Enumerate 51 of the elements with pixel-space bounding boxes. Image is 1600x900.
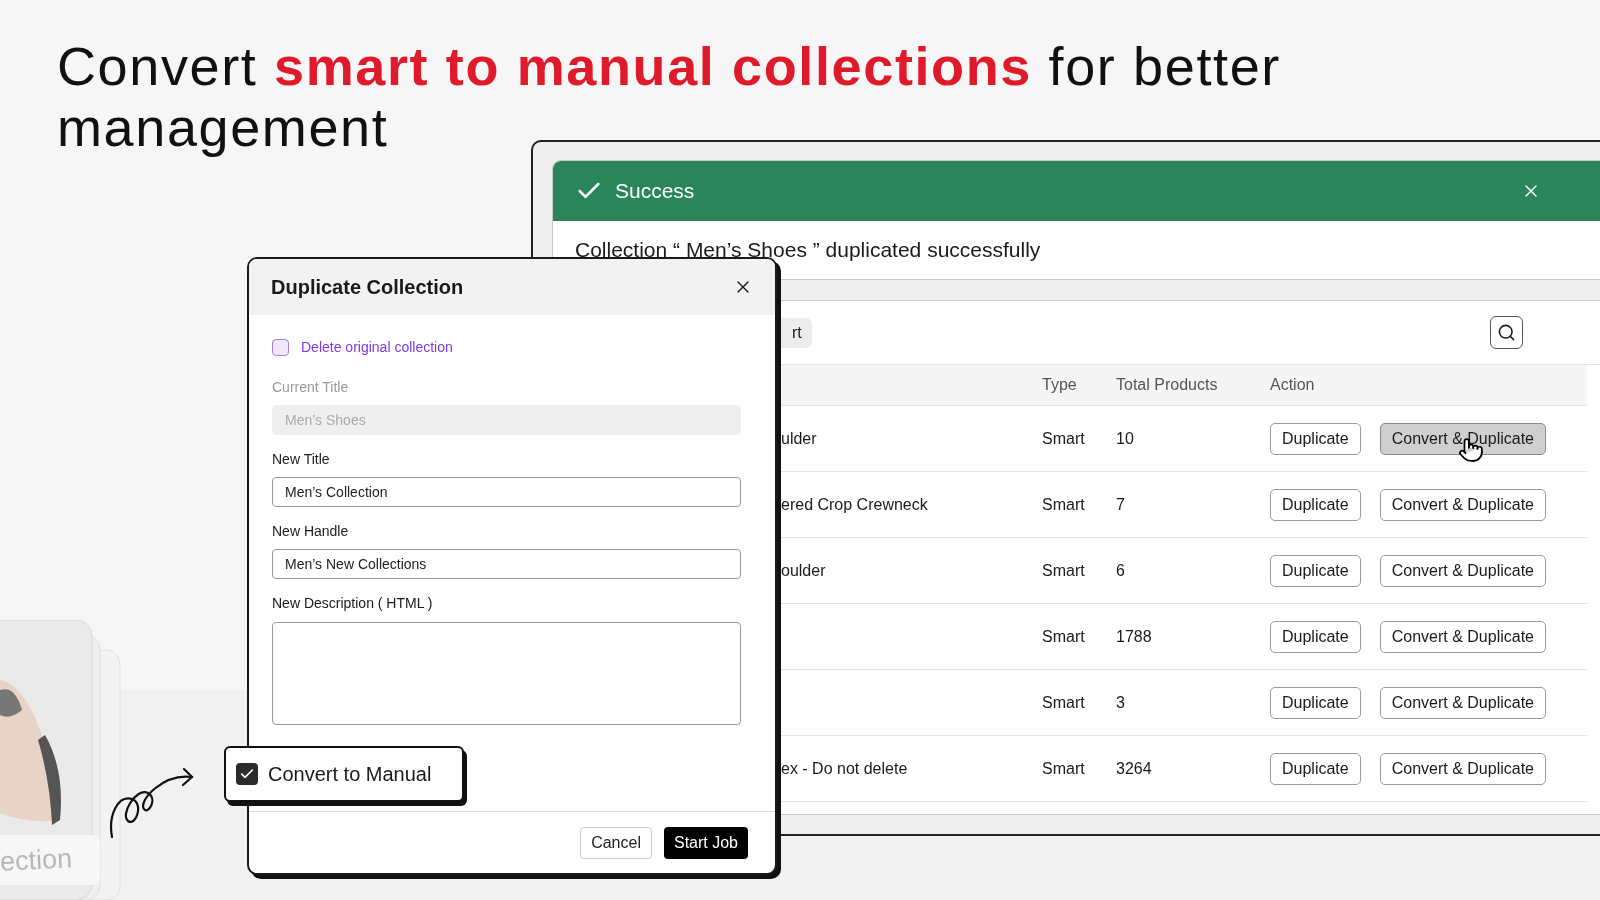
headline: Convert smart to manual collections for better management [57,36,1282,158]
action-button[interactable]: Convert & Duplicate [1379,488,1546,521]
table-cell-text: Smart [1042,692,1086,713]
table-cell-text: Smart [1042,494,1086,515]
cancel-button[interactable]: Cancel [580,826,652,859]
checkbox-label: Convert to Manual [268,762,432,787]
action-button[interactable]: Convert & Duplicate [1379,422,1546,455]
dialog-title: Duplicate Collection [271,275,464,300]
search-icon [1497,323,1516,342]
checkbox[interactable] [272,338,289,356]
action-button[interactable]: Convert & Duplicate [1379,620,1546,653]
table-cell: ex - Do not delete [781,759,908,777]
checkbox-label: Delete original collection [301,337,453,357]
card-label: ection [0,842,74,879]
field-label: New Title [272,450,331,469]
table-cell-text: Smart [1042,758,1086,779]
table-cell-text: 3 [1116,692,1126,713]
table-cell-text: Smart [1042,428,1086,449]
table-cell-text: 6 [1116,560,1126,581]
start-job-button[interactable]: Start Job [663,826,748,859]
action-button[interactable]: Duplicate [1270,554,1361,587]
table-cell-text: 10 [1116,428,1135,449]
table-cell: ered Crop Crewneck [781,495,928,513]
table-cell-text: Smart [1042,626,1086,647]
table-cell-text: Smart [1042,560,1086,581]
toast-title: Success [615,178,695,205]
action-button[interactable]: Duplicate [1270,422,1361,455]
input-field[interactable]: Men’s Collection [272,477,741,507]
checkbox[interactable] [236,763,258,785]
action-button[interactable]: Duplicate [1270,686,1361,719]
column-header: Type [1042,375,1078,395]
action-button[interactable]: Convert & Duplicate [1379,752,1546,785]
field-label: Current Title [272,378,350,397]
field-label: New Description ( HTML ) [272,594,434,613]
table-cell-text: 1788 [1116,626,1153,647]
input-field[interactable]: Men’s New Collections [272,549,741,579]
description-field[interactable] [272,622,741,725]
action-button[interactable]: Duplicate [1270,752,1361,785]
action-button[interactable]: Convert & Duplicate [1379,554,1546,587]
column-header: Total Products [1116,375,1219,395]
table-cell-text: 3264 [1116,758,1153,779]
field-label: New Handle [272,522,350,541]
search-button[interactable] [1490,316,1523,349]
table-cell: oulder [781,561,826,579]
action-button[interactable]: Duplicate [1270,488,1361,521]
table-cell: ulder [781,429,817,447]
table-cell-text: 7 [1116,494,1126,515]
action-button[interactable]: Convert & Duplicate [1379,686,1546,719]
toast-message: Collection “ Men’s Shoes ” duplicated successfully [575,237,1041,264]
column-header: Action [1270,375,1316,395]
action-button[interactable]: Duplicate [1270,620,1361,653]
